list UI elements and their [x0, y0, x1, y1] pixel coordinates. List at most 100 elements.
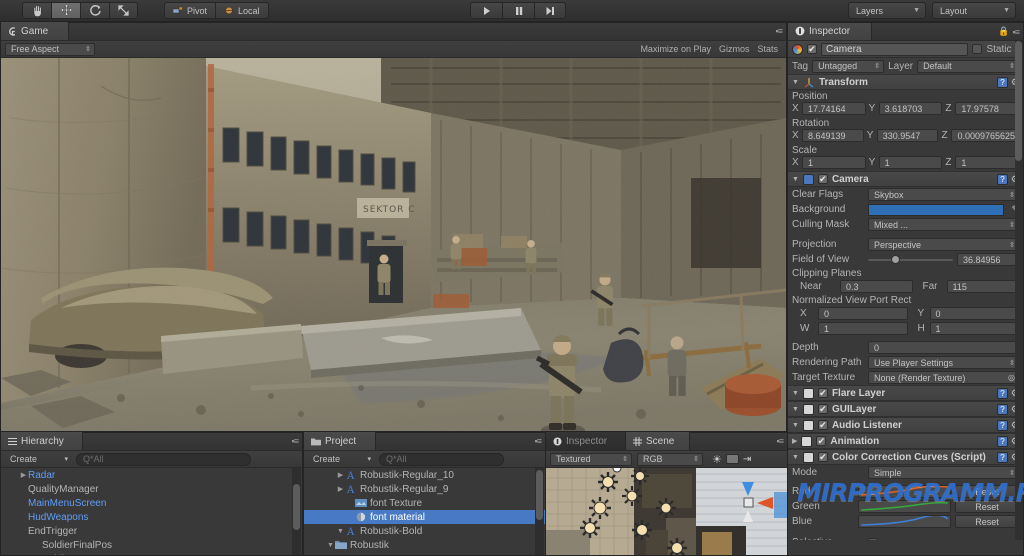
- hierarchy-item[interactable]: EndTrigger: [1, 524, 302, 538]
- viewport-y-input[interactable]: 0: [929, 307, 1019, 320]
- gameobject-name-input[interactable]: Camera: [821, 42, 969, 56]
- viewport-h-input[interactable]: 1: [929, 322, 1019, 335]
- rotation-x-input[interactable]: 8.649139: [802, 129, 864, 142]
- audio-toggle-icon[interactable]: ⇥: [743, 454, 751, 465]
- tab-project[interactable]: Project: [304, 432, 376, 450]
- foldout-expanded-icon[interactable]: ▼: [792, 79, 799, 86]
- scene-render-surface[interactable]: [546, 468, 787, 555]
- foldout-collapsed-icon[interactable]: ▶: [336, 471, 345, 479]
- game-tab-menu[interactable]: ▪≡: [776, 26, 784, 36]
- inspector-scrollbar[interactable]: [1015, 41, 1023, 540]
- viewport-w-input[interactable]: 1: [818, 322, 908, 335]
- help-icon[interactable]: ?: [996, 419, 1008, 431]
- hierarchy-create-button[interactable]: Create ▾: [5, 453, 71, 466]
- step-button[interactable]: [534, 2, 566, 19]
- lock-icon[interactable]: 🔒: [998, 26, 1009, 37]
- help-icon[interactable]: ?: [996, 173, 1008, 185]
- project-tree[interactable]: ▶ A Robustik-Regular_10 ▶ A Robustik-Regular_…: [304, 468, 545, 555]
- project-item[interactable]: ▶ A Robustik-Regular_9: [304, 482, 545, 496]
- camera-component-header[interactable]: ▼ ✔ Camera ? ⚙: [788, 171, 1023, 187]
- rotation-z-input[interactable]: 0.0009765625: [951, 129, 1019, 142]
- scrollbar-thumb[interactable]: [1015, 41, 1022, 161]
- viewport-x-input[interactable]: 0: [818, 307, 908, 320]
- tab-inspector[interactable]: Inspector: [788, 23, 872, 40]
- near-input[interactable]: 0.3: [840, 280, 913, 293]
- hierarchy-tree[interactable]: ▶ Radar QualityManager MainMenuScreen HudWea…: [1, 468, 302, 555]
- foldout-expanded-icon[interactable]: ▼: [792, 406, 799, 413]
- stats-toggle[interactable]: Stats: [757, 44, 778, 54]
- help-icon[interactable]: ?: [996, 435, 1008, 447]
- pause-button[interactable]: [502, 2, 534, 19]
- fov-input[interactable]: 36.84956: [957, 253, 1019, 266]
- transform-component-header[interactable]: ▼ Transform ? ⚙: [788, 74, 1023, 90]
- selective-checkbox[interactable]: [868, 537, 878, 540]
- hierarchy-item[interactable]: MainMenuScreen: [1, 496, 302, 510]
- component-enabled-checkbox[interactable]: ✔: [817, 420, 828, 430]
- panel-menu-icon[interactable]: ▪≡: [292, 436, 300, 446]
- target-texture-field[interactable]: None (Render Texture) ◎: [868, 371, 1019, 384]
- color-mode-dropdown[interactable]: RGB ⇳: [637, 452, 703, 466]
- position-x-input[interactable]: 17.74164: [802, 102, 866, 115]
- scene-tab-menu[interactable]: ▪≡: [777, 436, 785, 446]
- component-header[interactable]: ▼✔Color Correction Curves (Script)?⚙: [788, 449, 1023, 465]
- project-scrollbar[interactable]: [535, 468, 544, 555]
- foldout-expanded-icon[interactable]: ▼: [792, 454, 799, 461]
- gameobject-enabled-checkbox[interactable]: ✔: [807, 44, 817, 54]
- game-render-surface[interactable]: SEKTOR C: [1, 58, 786, 431]
- tab-game[interactable]: Game: [1, 22, 69, 40]
- red-reset-button[interactable]: Reset: [955, 485, 1019, 498]
- scale-x-input[interactable]: 1: [802, 156, 866, 169]
- object-picker-icon[interactable]: ◎: [1008, 373, 1015, 382]
- tab-hierarchy[interactable]: Hierarchy: [1, 432, 83, 450]
- position-z-input[interactable]: 17.97578: [955, 102, 1020, 115]
- foldout-expanded-icon[interactable]: ▼: [792, 176, 799, 183]
- move-tool-button[interactable]: [51, 2, 80, 19]
- maximize-on-play-toggle[interactable]: Maximize on Play: [640, 44, 711, 54]
- rotation-y-input[interactable]: 330.9547: [876, 129, 939, 142]
- hierarchy-tab-menu[interactable]: ▪≡: [292, 436, 300, 446]
- foldout-expanded-icon[interactable]: ▼: [792, 390, 799, 397]
- hierarchy-item[interactable]: QualityManager: [1, 482, 302, 496]
- position-y-input[interactable]: 3.618703: [878, 102, 943, 115]
- help-icon[interactable]: ?: [996, 387, 1008, 399]
- layer-dropdown[interactable]: Default ⇳: [917, 59, 1019, 73]
- hierarchy-scrollbar[interactable]: [292, 468, 301, 555]
- project-item[interactable]: ▼Fonts: [304, 552, 545, 556]
- panel-menu-icon[interactable]: ▪≡: [535, 436, 543, 446]
- panel-menu-icon[interactable]: ▪≡: [1013, 27, 1021, 37]
- project-tab-menu[interactable]: ▪≡: [535, 436, 543, 446]
- project-item[interactable]: ▼ A Robustik-Bold: [304, 524, 545, 538]
- help-icon[interactable]: ?: [996, 76, 1008, 88]
- draw-mode-dropdown[interactable]: Textured ⇳: [550, 452, 632, 466]
- rendering-path-dropdown[interactable]: Use Player Settings ⇳: [868, 356, 1019, 369]
- component-enabled-checkbox[interactable]: ✔: [816, 436, 827, 446]
- pivot-toggle-button[interactable]: Pivot: [164, 2, 216, 19]
- tag-dropdown[interactable]: Untagged ⇳: [812, 59, 885, 73]
- culling-mask-dropdown[interactable]: Mixed ... ⇳: [868, 218, 1019, 231]
- foldout-expanded-icon[interactable]: ▼: [326, 542, 335, 549]
- panel-menu-icon[interactable]: ▪≡: [777, 436, 785, 446]
- hierarchy-item[interactable]: SoldierFinalPos: [1, 538, 302, 552]
- background-color-swatch[interactable]: [868, 203, 1005, 216]
- green-reset-button[interactable]: Reset: [955, 500, 1019, 513]
- help-icon[interactable]: ?: [996, 403, 1008, 415]
- scale-z-input[interactable]: 1: [955, 156, 1020, 169]
- gizmos-toggle[interactable]: Gizmos: [719, 44, 750, 54]
- rotate-tool-button[interactable]: [80, 2, 109, 19]
- blue-curve-field[interactable]: [858, 515, 951, 528]
- hierarchy-search-input[interactable]: Q*All: [76, 452, 251, 466]
- blue-reset-button[interactable]: Reset: [955, 515, 1019, 528]
- component-enabled-checkbox[interactable]: ✔: [817, 404, 828, 414]
- camera-enabled-checkbox[interactable]: ✔: [817, 174, 828, 184]
- hierarchy-item[interactable]: HudWeapons: [1, 510, 302, 524]
- lighting-toggle-icon[interactable]: ☀: [712, 453, 722, 466]
- layers-dropdown[interactable]: Layers ▼: [848, 2, 926, 19]
- scrollbar-thumb[interactable]: [536, 470, 543, 520]
- hierarchy-item[interactable]: ▶Soldier: [1, 552, 302, 556]
- scale-y-input[interactable]: 1: [878, 156, 943, 169]
- skybox-toggle-icon[interactable]: [725, 454, 739, 464]
- local-toggle-button[interactable]: Local: [215, 2, 269, 19]
- depth-input[interactable]: 0: [868, 341, 1019, 354]
- hand-tool-button[interactable]: [22, 2, 51, 19]
- project-item[interactable]: font material: [304, 510, 545, 524]
